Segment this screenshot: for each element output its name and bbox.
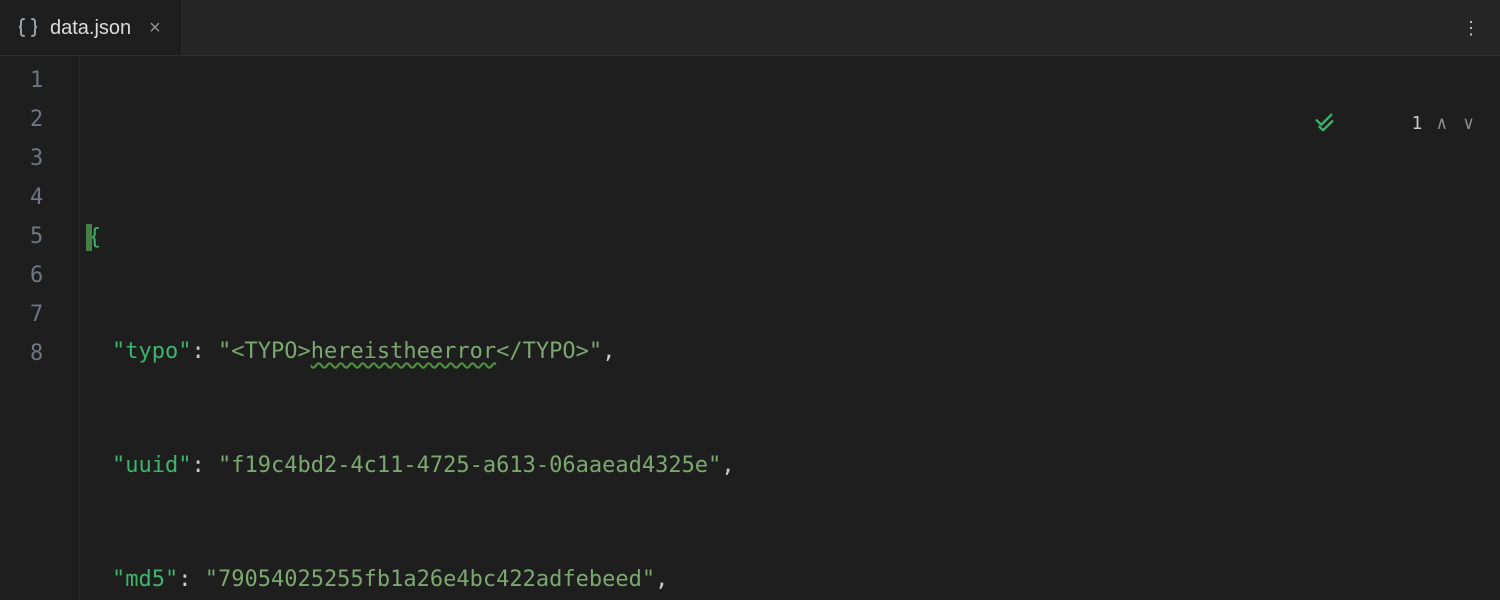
line-number: 5 xyxy=(0,224,79,263)
json-key: "uuid" xyxy=(112,453,191,478)
braces-icon xyxy=(16,16,40,40)
json-string: "<TYPO> xyxy=(218,339,311,364)
tab-data-json[interactable]: data.json × xyxy=(0,0,180,56)
line-number: 3 xyxy=(0,146,79,185)
tab-bar: data.json × ⋮ xyxy=(0,0,1500,56)
more-actions-button[interactable]: ⋮ xyxy=(1462,25,1480,31)
json-comma: , xyxy=(602,339,615,364)
find-prev-button[interactable]: ∧ xyxy=(1434,111,1449,136)
json-string: </TYPO>" xyxy=(496,339,602,364)
line-number: 8 xyxy=(0,341,79,380)
code-line[interactable]: "typo": "<TYPO>hereistheerror</TYPO>", xyxy=(80,332,1500,371)
code-line[interactable]: { xyxy=(80,218,1500,257)
line-number: 7 xyxy=(0,302,79,341)
code-line[interactable]: "md5": "79054025255fb1a26e4bc422adfebeed… xyxy=(80,560,1500,599)
json-string: "79054025255fb1a26e4bc422adfebeed" xyxy=(205,567,655,592)
find-count: 1 xyxy=(1411,113,1422,134)
code-line[interactable]: "uuid": "f19c4bd2-4c11-4725-a613-06aaead… xyxy=(80,446,1500,485)
json-comma: , xyxy=(721,453,734,478)
tab-label: data.json xyxy=(50,17,131,40)
line-number: 1 xyxy=(0,68,79,107)
find-next-button[interactable]: ∨ xyxy=(1461,111,1476,136)
gutter: 1 2 3 4 5 6 7 8 xyxy=(0,56,80,600)
typo-squiggle: hereistheerror xyxy=(311,339,496,364)
json-key: "typo" xyxy=(112,339,191,364)
line-number: 4 xyxy=(0,185,79,224)
json-string: "f19c4bd2-4c11-4725-a613-06aaead4325e" xyxy=(218,453,721,478)
tab-actions: ⋮ xyxy=(1462,0,1480,56)
bracket-highlight xyxy=(86,224,92,251)
json-comma: , xyxy=(655,567,668,592)
json-colon: : xyxy=(191,453,218,478)
code-area[interactable]: 1 ∧ ∨ { "typo": "<TYPO>hereistheerror</T… xyxy=(80,56,1500,600)
json-key: "md5" xyxy=(112,567,178,592)
json-colon: : xyxy=(191,339,218,364)
json-colon: : xyxy=(178,567,205,592)
tab-close-button[interactable]: × xyxy=(147,18,163,38)
line-number: 2 xyxy=(0,107,79,146)
find-status: 1 ∧ ∨ xyxy=(1313,70,1476,176)
editor[interactable]: 1 2 3 4 5 6 7 8 1 ∧ ∨ { "typo": "<TYPO>h… xyxy=(0,56,1500,600)
line-number: 6 xyxy=(0,263,79,302)
checkmark-icon xyxy=(1313,70,1400,176)
